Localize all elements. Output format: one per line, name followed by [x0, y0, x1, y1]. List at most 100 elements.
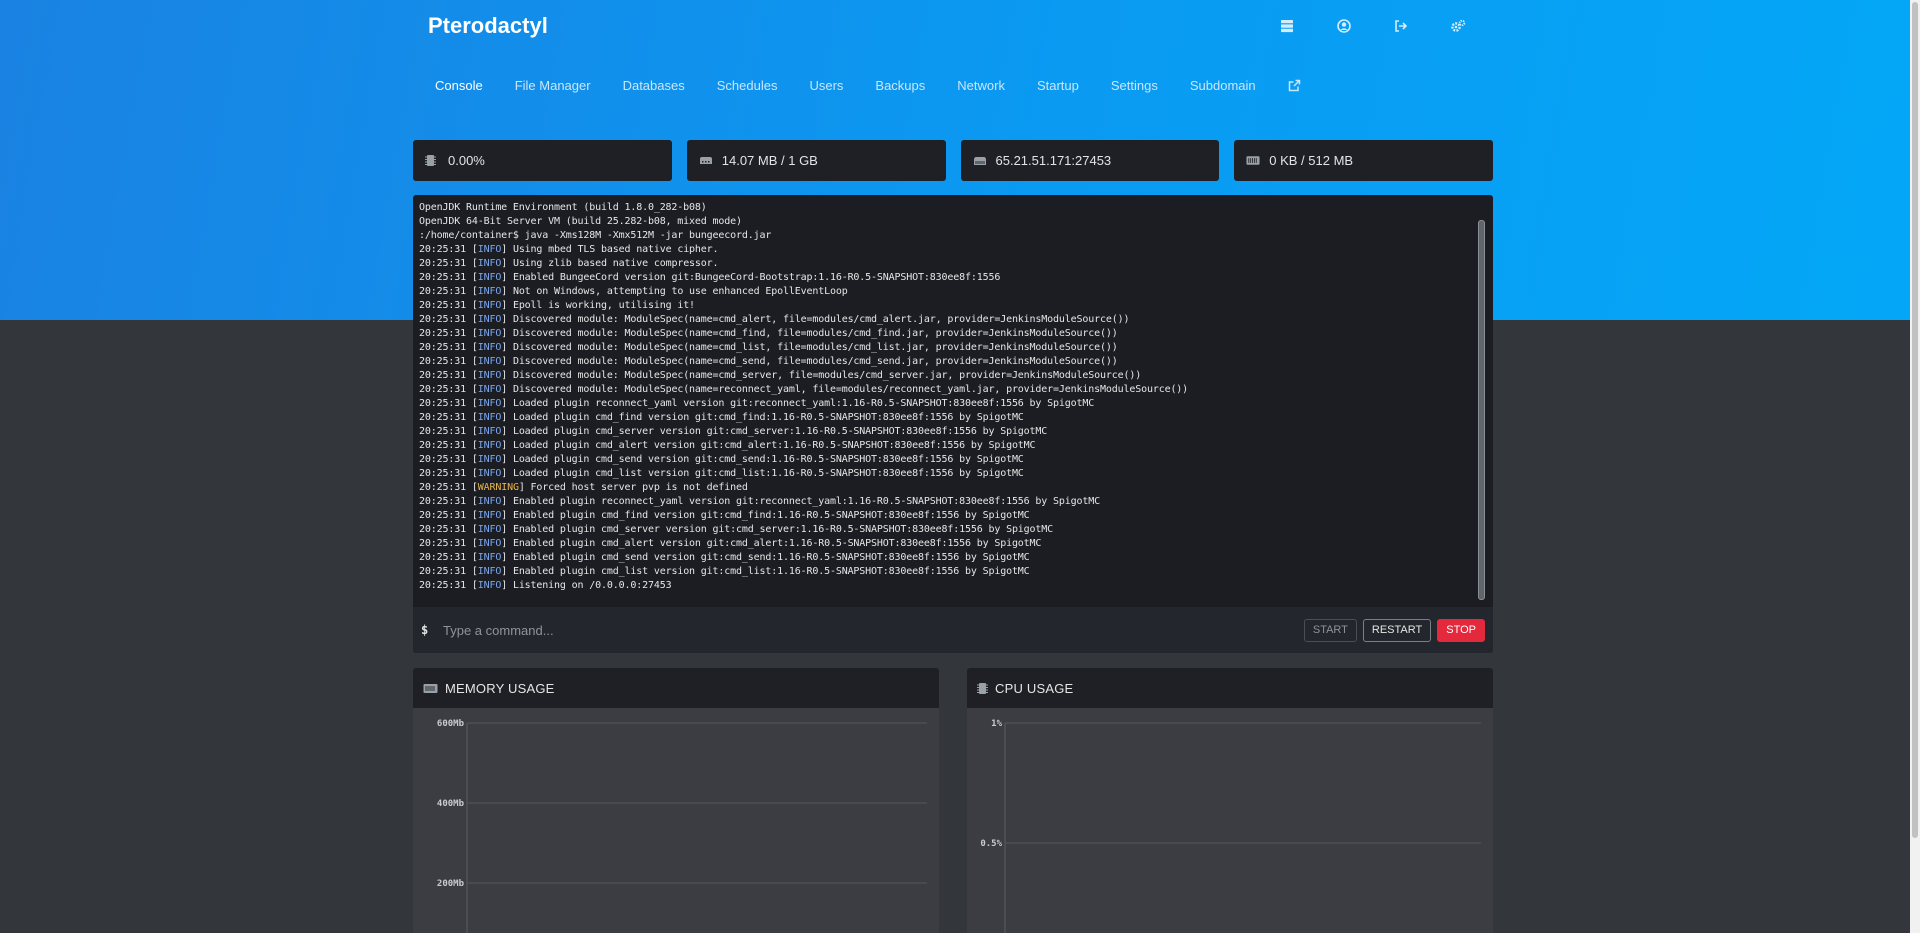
log-level-tag: INFO — [477, 524, 502, 535]
y-tick-label: 200Mb — [437, 879, 465, 889]
console-line: 20:25:31 [INFO] Loaded plugin cmd_list v… — [419, 468, 1024, 479]
log-level-tag: INFO — [477, 370, 502, 381]
disk-stat: 0 KB / 512 MB — [1234, 140, 1493, 181]
log-level-tag: INFO — [477, 468, 502, 479]
address-stat: 65.21.51.171:27453 — [960, 140, 1220, 181]
console-line: 20:25:31 [INFO] Loaded plugin cmd_alert … — [419, 440, 1036, 451]
memory-icon — [423, 683, 438, 694]
cpu-value: 0.00% — [448, 153, 485, 168]
memory-chart: 600Mb 400Mb 200Mb — [437, 719, 927, 933]
brand-logo[interactable]: Pterodactyl — [428, 13, 548, 39]
console-line: 20:25:31 [INFO] Enabled plugin cmd_list … — [419, 566, 1030, 577]
tab-databases[interactable]: Databases — [609, 65, 703, 105]
server-nav: Console File Manager Databases Schedules… — [413, 54, 1493, 116]
memory-stat: 14.07 MB / 1 GB — [686, 140, 946, 181]
command-row: $ START RESTART STOP — [413, 607, 1493, 653]
console-line: 20:25:31 [INFO] Discovered module: Modul… — [419, 384, 1189, 395]
main-container: Pterodactyl Console File Manager Databas… — [413, 0, 1493, 933]
tab-console[interactable]: Console — [421, 65, 501, 105]
tab-startup[interactable]: Startup — [1023, 65, 1097, 105]
stop-button[interactable]: STOP — [1437, 618, 1485, 642]
restart-button[interactable]: RESTART — [1362, 618, 1432, 642]
y-tick-label: 1% — [991, 719, 1002, 729]
console-line: :/home/container$ java -Xms128M -Xmx512M… — [419, 230, 772, 241]
console-line: 20:25:31 [INFO] Using zlib based native … — [419, 258, 719, 269]
log-level-tag: INFO — [477, 300, 502, 311]
memory-chart-area: 600Mb 400Mb 200Mb — [413, 708, 939, 933]
page-scrollbar[interactable] — [1910, 0, 1920, 933]
tab-settings[interactable]: Settings — [1097, 65, 1176, 105]
y-tick-label: 0.5% — [980, 839, 1002, 849]
log-level-tag: INFO — [477, 580, 502, 591]
console-line: 20:25:31 [INFO] Enabled BungeeCord versi… — [419, 272, 1001, 283]
console-line: 20:25:31 [INFO] Loaded plugin cmd_find v… — [419, 412, 1024, 423]
console-line: 20:25:31 [INFO] Enabled plugin cmd_serve… — [419, 524, 1054, 535]
address-value[interactable]: 65.21.51.171:27453 — [996, 153, 1112, 168]
tab-file-manager[interactable]: File Manager — [501, 65, 609, 105]
log-level-tag: INFO — [477, 258, 502, 269]
console-line: 20:25:31 [INFO] Loaded plugin cmd_send v… — [419, 454, 1024, 465]
microchip-icon — [425, 154, 439, 167]
network-icon — [973, 155, 987, 167]
cpu-chart: 1% 0.5% — [980, 719, 1481, 933]
log-level-tag: INFO — [477, 412, 502, 423]
memory-value: 14.07 MB / 1 GB — [721, 153, 818, 168]
console-line: 20:25:31 [WARNING] Forced host server pv… — [419, 482, 748, 493]
console-output[interactable]: OpenJDK Runtime Environment (build 1.8.0… — [413, 195, 1473, 607]
cpu-chart-header: CPU USAGE — [967, 668, 1493, 708]
log-level-tag: INFO — [477, 510, 502, 521]
log-level-tag: INFO — [477, 538, 502, 549]
page-scrollbar-thumb[interactable] — [1912, 2, 1918, 838]
console-line: 20:25:31 [INFO] Using mbed TLS based nat… — [419, 244, 719, 255]
tab-subdomain[interactable]: Subdomain — [1176, 65, 1274, 105]
console-line: 20:25:31 [INFO] Discovered module: Modul… — [419, 328, 1118, 339]
console-line: 20:25:31 [INFO] Discovered module: Modul… — [419, 314, 1130, 325]
log-level-tag: INFO — [477, 272, 502, 283]
console-line: 20:25:31 [INFO] Loaded plugin reconnect_… — [419, 398, 1095, 409]
tab-network[interactable]: Network — [943, 65, 1023, 105]
top-icons — [1258, 6, 1486, 46]
log-level-tag: INFO — [477, 496, 502, 507]
memory-icon — [699, 155, 713, 167]
console-line: 20:25:31 [INFO] Listening on /0.0.0.0:27… — [419, 580, 672, 591]
log-level-tag: INFO — [477, 356, 502, 367]
log-level-tag: INFO — [477, 454, 502, 465]
cpu-chart-area: 1% 0.5% — [967, 708, 1493, 933]
console-line: 20:25:31 [INFO] Enabled plugin cmd_send … — [419, 552, 1030, 563]
memory-chart-header: MEMORY USAGE — [413, 668, 939, 708]
admin-cogs-icon[interactable] — [1429, 6, 1486, 46]
server-list-icon[interactable] — [1258, 6, 1315, 46]
log-level-tag: INFO — [477, 328, 502, 339]
account-icon[interactable] — [1315, 6, 1372, 46]
console-line: 20:25:31 [INFO] Enabled plugin reconnect… — [419, 496, 1100, 507]
start-button[interactable]: START — [1303, 618, 1357, 642]
tab-backups[interactable]: Backups — [861, 65, 943, 105]
log-level-tag: INFO — [477, 342, 502, 353]
log-level-tag: WARNING — [477, 482, 519, 493]
console-scrollbar[interactable] — [1478, 220, 1485, 600]
command-prompt: $ — [421, 623, 429, 637]
stats-row: 0.00% 14.07 MB / 1 GB 65.21.51.171:27453… — [413, 140, 1493, 181]
cpu-chart-title: CPU USAGE — [995, 680, 1074, 696]
console-line: 20:25:31 [INFO] Epoll is working, utilis… — [419, 300, 695, 311]
log-level-tag: INFO — [477, 244, 502, 255]
external-link-icon[interactable] — [1274, 65, 1319, 105]
log-level-tag: INFO — [477, 398, 502, 409]
command-input[interactable] — [443, 622, 1298, 638]
log-level-tag: INFO — [477, 552, 502, 563]
logout-icon[interactable] — [1372, 6, 1429, 46]
cpu-stat: 0.00% — [413, 140, 672, 181]
console-line: 20:25:31 [INFO] Discovered module: Modul… — [419, 342, 1118, 353]
tab-users[interactable]: Users — [795, 65, 861, 105]
log-level-tag: INFO — [477, 314, 502, 325]
console-line: OpenJDK 64-Bit Server VM (build 25.282-b… — [419, 216, 742, 227]
console-line: 20:25:31 [INFO] Not on Windows, attempti… — [419, 286, 848, 297]
microchip-icon — [977, 682, 988, 695]
log-level-tag: INFO — [477, 566, 502, 577]
log-level-tag: INFO — [477, 384, 502, 395]
console-line: 20:25:31 [INFO] Enabled plugin cmd_alert… — [419, 538, 1042, 549]
top-bar: Pterodactyl — [413, 0, 1493, 52]
log-level-tag: INFO — [477, 426, 502, 437]
tab-schedules[interactable]: Schedules — [703, 65, 796, 105]
cpu-chart-card: CPU USAGE 1% 0.5% — [967, 668, 1493, 933]
